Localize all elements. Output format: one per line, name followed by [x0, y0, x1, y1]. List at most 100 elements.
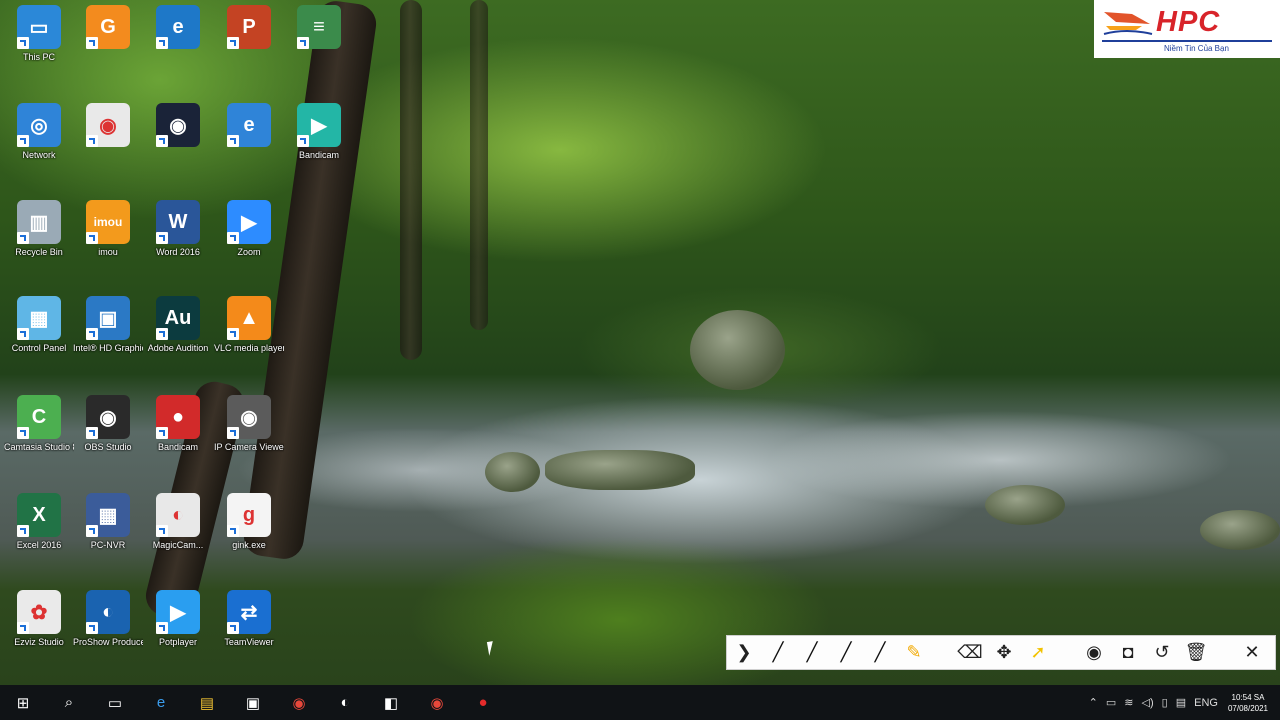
desktop-icon-magicam[interactable]: ◐ MagicCam... [143, 493, 213, 585]
desktop-icon-chrome[interactable]: ◉ [73, 103, 143, 195]
taskbar-store-icon[interactable]: ▣ [230, 685, 276, 720]
taskbar-start-icon[interactable]: ⊞ [0, 685, 46, 720]
desktop-icon-bandicam-mp3[interactable]: ▶ Bandicam [284, 103, 354, 195]
taskbar-search-icon[interactable]: ⌕ [46, 685, 92, 720]
ezviz-icon: ✿ [17, 590, 61, 634]
shortcut-arrow-icon [227, 427, 239, 439]
clock-time: 10:54 SA [1231, 692, 1265, 702]
desktop-icon-control-panel[interactable]: ▦ Control Panel [4, 296, 74, 388]
pen-2-icon[interactable]: ╱ [795, 636, 829, 669]
camtasia-icon: C [17, 395, 61, 439]
taskbar-file-explorer-icon[interactable]: ▤ [184, 685, 230, 720]
app-camera-icon: ◉ [156, 103, 200, 147]
vlc-icon: ▲ [227, 296, 271, 340]
shortcut-arrow-icon [86, 37, 98, 49]
wallpaper-rock [545, 450, 695, 490]
eraser-icon[interactable]: ⌫ [953, 636, 987, 669]
collapse-icon[interactable]: ❯ [727, 636, 761, 669]
taskbar-chrome-2-icon[interactable]: ◉ [414, 685, 460, 720]
bandicam-icon: ● [156, 395, 200, 439]
desktop-icon-imou[interactable]: imou imou [73, 200, 143, 292]
pen-3-icon[interactable]: ╱ [829, 636, 863, 669]
desktop-icon-teamviewer[interactable]: ⇄ TeamViewer [214, 590, 284, 682]
battery-icon[interactable]: ▯ [1162, 696, 1168, 709]
shortcut-arrow-icon [297, 135, 309, 147]
desktop-icon-label: Ezviz Studio [14, 637, 64, 647]
desktop-icon-this-pc[interactable]: ▭ This PC [4, 5, 74, 97]
taskbar-edge-icon[interactable]: e [138, 685, 184, 720]
shortcut-arrow-icon [156, 427, 168, 439]
desktop-icon-label: Potplayer [158, 637, 198, 647]
desktop-icon-ip-camera[interactable]: ◉ IP Camera Viewer [214, 395, 284, 487]
teamviewer-icon: ⇄ [227, 590, 271, 634]
edge-icon: e [156, 5, 200, 49]
taskbar-chrome-icon[interactable]: ◉ [276, 685, 322, 720]
mouse-cursor-icon [486, 640, 502, 656]
desktop-icon-edge[interactable]: e [143, 5, 213, 97]
desktop-icon-camtasia[interactable]: C Camtasia Studio 8 [4, 395, 74, 487]
taskbar-task-view-icon[interactable]: ▭ [92, 685, 138, 720]
desktop-icon-label: Excel 2016 [16, 540, 62, 550]
move-icon[interactable]: ✥ [987, 636, 1021, 669]
desktop-icon-label: Control Panel [11, 343, 67, 353]
highlighter-icon[interactable]: ✎ [897, 636, 931, 669]
desktop-icon-zalo[interactable]: e [214, 103, 284, 195]
taskbar-app2-icon[interactable]: ◧ [368, 685, 414, 720]
desktop-icon-powerpoint[interactable]: P [214, 5, 284, 97]
shortcut-arrow-icon [156, 622, 168, 634]
desktop-icon-pc-nvr[interactable]: ▦ PC-NVR [73, 493, 143, 585]
undo-icon[interactable]: ↺ [1145, 636, 1179, 669]
desktop-icon-label: Adobe Audition [147, 343, 209, 353]
pen-4-icon[interactable]: ╱ [863, 636, 897, 669]
desktop-icon-network[interactable]: ◎ Network [4, 103, 74, 195]
shortcut-arrow-icon [86, 328, 98, 340]
desktop-icon-app-camera[interactable]: ◉ [143, 103, 213, 195]
wallpaper-rock [1200, 510, 1280, 550]
shortcut-arrow-icon [17, 427, 29, 439]
desktop-icon-label: OBS Studio [84, 442, 132, 452]
network-icon[interactable]: ▭ [1106, 696, 1116, 709]
desktop-icon-zoom[interactable]: ▶ Zoom [214, 200, 284, 292]
obs-icon: ◉ [86, 395, 130, 439]
desktop-icon-audition[interactable]: Au Adobe Audition [143, 296, 213, 388]
taskbar-record-icon[interactable]: ● [460, 685, 506, 720]
notification-icon[interactable]: ▤ [1176, 696, 1186, 709]
desktop-icon-ezviz[interactable]: ✿ Ezviz Studio [4, 590, 74, 682]
potplayer-icon: ▶ [156, 590, 200, 634]
desktop-icon-bandicam[interactable]: ● Bandicam [143, 395, 213, 487]
shortcut-arrow-icon [227, 37, 239, 49]
document-icon: ≡ [297, 5, 341, 49]
desktop-icon-label: Network [22, 150, 56, 160]
desktop-icon-proshow[interactable]: ◐ ProShow Producer [73, 590, 143, 682]
desktop-icon-intel-hd[interactable]: ▣ Intel® HD Graphic... [73, 296, 143, 388]
desktop-icon-gmail-shortcut[interactable]: G [73, 5, 143, 97]
desktop-icon-recycle-bin[interactable]: ▥ Recycle Bin [4, 200, 74, 292]
desktop-icon-document[interactable]: ≡ [284, 5, 354, 97]
desktop-icon-word[interactable]: W Word 2016 [143, 200, 213, 292]
audition-icon: Au [156, 296, 200, 340]
close-icon[interactable]: ✕ [1235, 636, 1269, 669]
trash-icon[interactable]: 🗑 [1179, 636, 1213, 669]
wifi-icon[interactable]: ≋ [1124, 696, 1133, 709]
chevron-up-icon[interactable]: ⌃ [1089, 696, 1098, 709]
pen-1-icon[interactable]: ╱ [761, 636, 795, 669]
desktop-icon-excel[interactable]: X Excel 2016 [4, 493, 74, 585]
language-indicator[interactable]: ENG [1194, 697, 1218, 709]
desktop-icon-potplayer[interactable]: ▶ Potplayer [143, 590, 213, 682]
taskbar-app-icon[interactable]: ◐ [322, 685, 368, 720]
camera-icon[interactable]: ◘ [1111, 636, 1145, 669]
network-icon: ◎ [17, 103, 61, 147]
desktop-wallpaper: HPC Niềm Tin Của Bạn ▭ This PC Ge P ≡ ◎ Networ… [0, 0, 1280, 720]
desktop-icon-label: PC-NVR [90, 540, 126, 550]
shortcut-arrow-icon [227, 135, 239, 147]
this-pc-icon: ▭ [17, 5, 61, 49]
desktop-icon-vlc[interactable]: ▲ VLC media player [214, 296, 284, 388]
pointer-icon[interactable]: ➚ [1021, 636, 1055, 669]
eye-icon[interactable]: ◉ [1077, 636, 1111, 669]
ip-camera-icon: ◉ [227, 395, 271, 439]
desktop-icon-gink[interactable]: g gink.exe [214, 493, 284, 585]
volume-icon[interactable]: ◁) [1142, 696, 1154, 709]
desktop-icon-obs[interactable]: ◉ OBS Studio [73, 395, 143, 487]
clock[interactable]: 10:54 SA 07/08/2021 [1228, 692, 1268, 714]
pc-nvr-icon: ▦ [86, 493, 130, 537]
